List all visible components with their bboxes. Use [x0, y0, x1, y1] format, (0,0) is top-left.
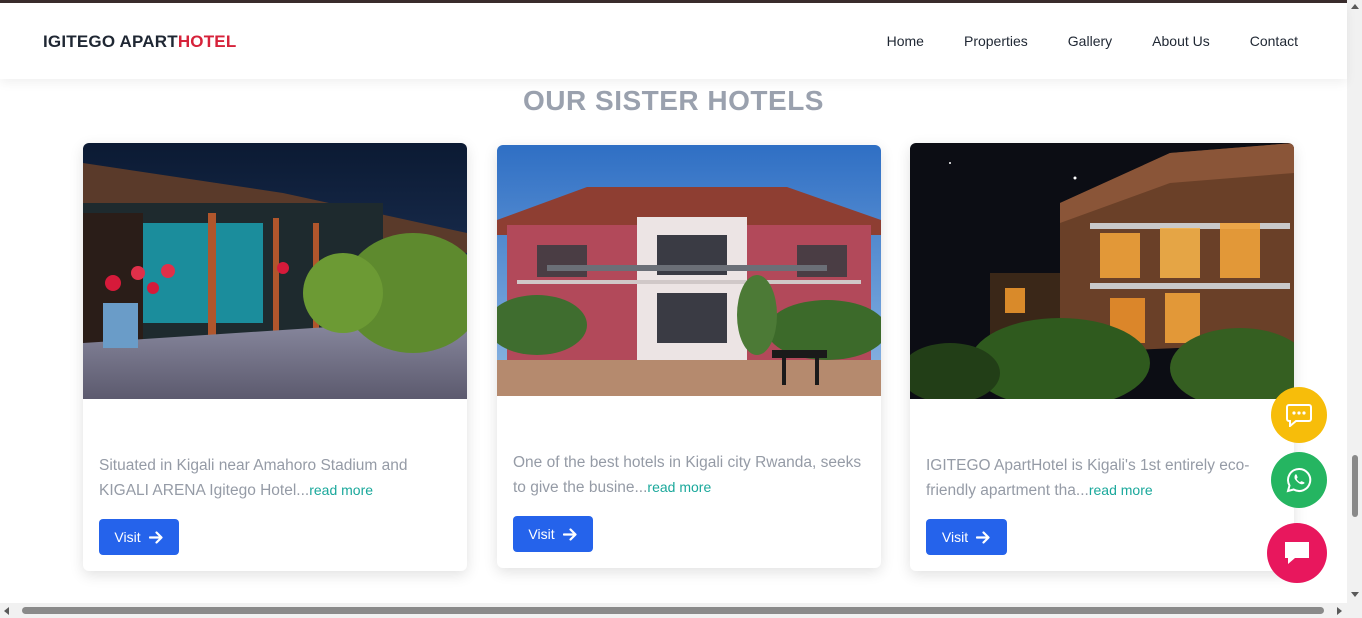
whatsapp-icon — [1286, 467, 1312, 493]
chat-bubble-icon — [1286, 404, 1312, 427]
read-more-link[interactable]: read more — [1089, 482, 1153, 498]
whatsapp-button[interactable] — [1271, 452, 1327, 508]
section-title: OUR SISTER HOTELS — [523, 85, 824, 116]
hotel-description: One of the best hotels in Kigali city Rw… — [513, 451, 873, 500]
hotel-card: One of the best hotels in Kigali city Rw… — [497, 145, 881, 568]
message-icon — [1285, 542, 1309, 564]
navbar: IGITEGO APARTHOTEL Home Properties Galle… — [0, 3, 1347, 79]
hotel-description: Situated in Kigali near Amahoro Stadium … — [99, 454, 459, 503]
hotel-description: IGITEGO ApartHotel is Kigali's 1st entir… — [926, 454, 1286, 503]
brand-logo[interactable]: IGITEGO APARTHOTEL — [43, 32, 236, 52]
main-nav: Home Properties Gallery About Us Contact — [847, 33, 1298, 49]
description-text: IGITEGO ApartHotel is Kigali's 1st entir… — [926, 457, 1250, 499]
live-chat-button[interactable] — [1271, 387, 1327, 443]
nav-home[interactable]: Home — [887, 33, 924, 49]
hotel-photo — [83, 143, 467, 399]
scroll-up-icon[interactable] — [1351, 4, 1359, 9]
nav-about-us[interactable]: About Us — [1152, 33, 1210, 49]
arrow-right-icon — [148, 530, 163, 544]
nav-properties[interactable]: Properties — [964, 33, 1028, 49]
hotel-card: IGITEGO ApartHotel is Kigali's 1st entir… — [910, 143, 1294, 571]
hotel-photo — [910, 143, 1294, 399]
brand-name-accent: HOTEL — [177, 32, 237, 51]
scroll-right-icon[interactable] — [1337, 607, 1342, 615]
vertical-scroll-thumb[interactable] — [1352, 455, 1358, 517]
visit-button-label: Visit — [528, 526, 555, 542]
visit-button-label: Visit — [941, 529, 969, 545]
vertical-scrollbar[interactable] — [1347, 0, 1362, 603]
hotel-photo — [497, 145, 881, 396]
scroll-left-icon[interactable] — [4, 607, 9, 615]
hotel-card: Situated in Kigali near Amahoro Stadium … — [83, 143, 467, 571]
scroll-down-icon[interactable] — [1351, 592, 1359, 597]
horizontal-scrollbar[interactable] — [0, 603, 1362, 618]
message-button[interactable] — [1267, 523, 1327, 583]
read-more-link[interactable]: read more — [309, 482, 373, 498]
arrow-right-icon — [562, 527, 577, 541]
visit-button[interactable]: Visit — [513, 516, 593, 552]
horizontal-scroll-thumb[interactable] — [22, 607, 1324, 614]
read-more-link[interactable]: read more — [647, 479, 711, 495]
visit-button[interactable]: Visit — [99, 519, 179, 555]
nav-gallery[interactable]: Gallery — [1068, 33, 1112, 49]
arrow-right-icon — [976, 530, 990, 544]
nav-contact[interactable]: Contact — [1250, 33, 1298, 49]
visit-button[interactable]: Visit — [926, 519, 1007, 555]
brand-name-main: IGITEGO APART — [43, 32, 178, 51]
visit-button-label: Visit — [114, 529, 141, 545]
